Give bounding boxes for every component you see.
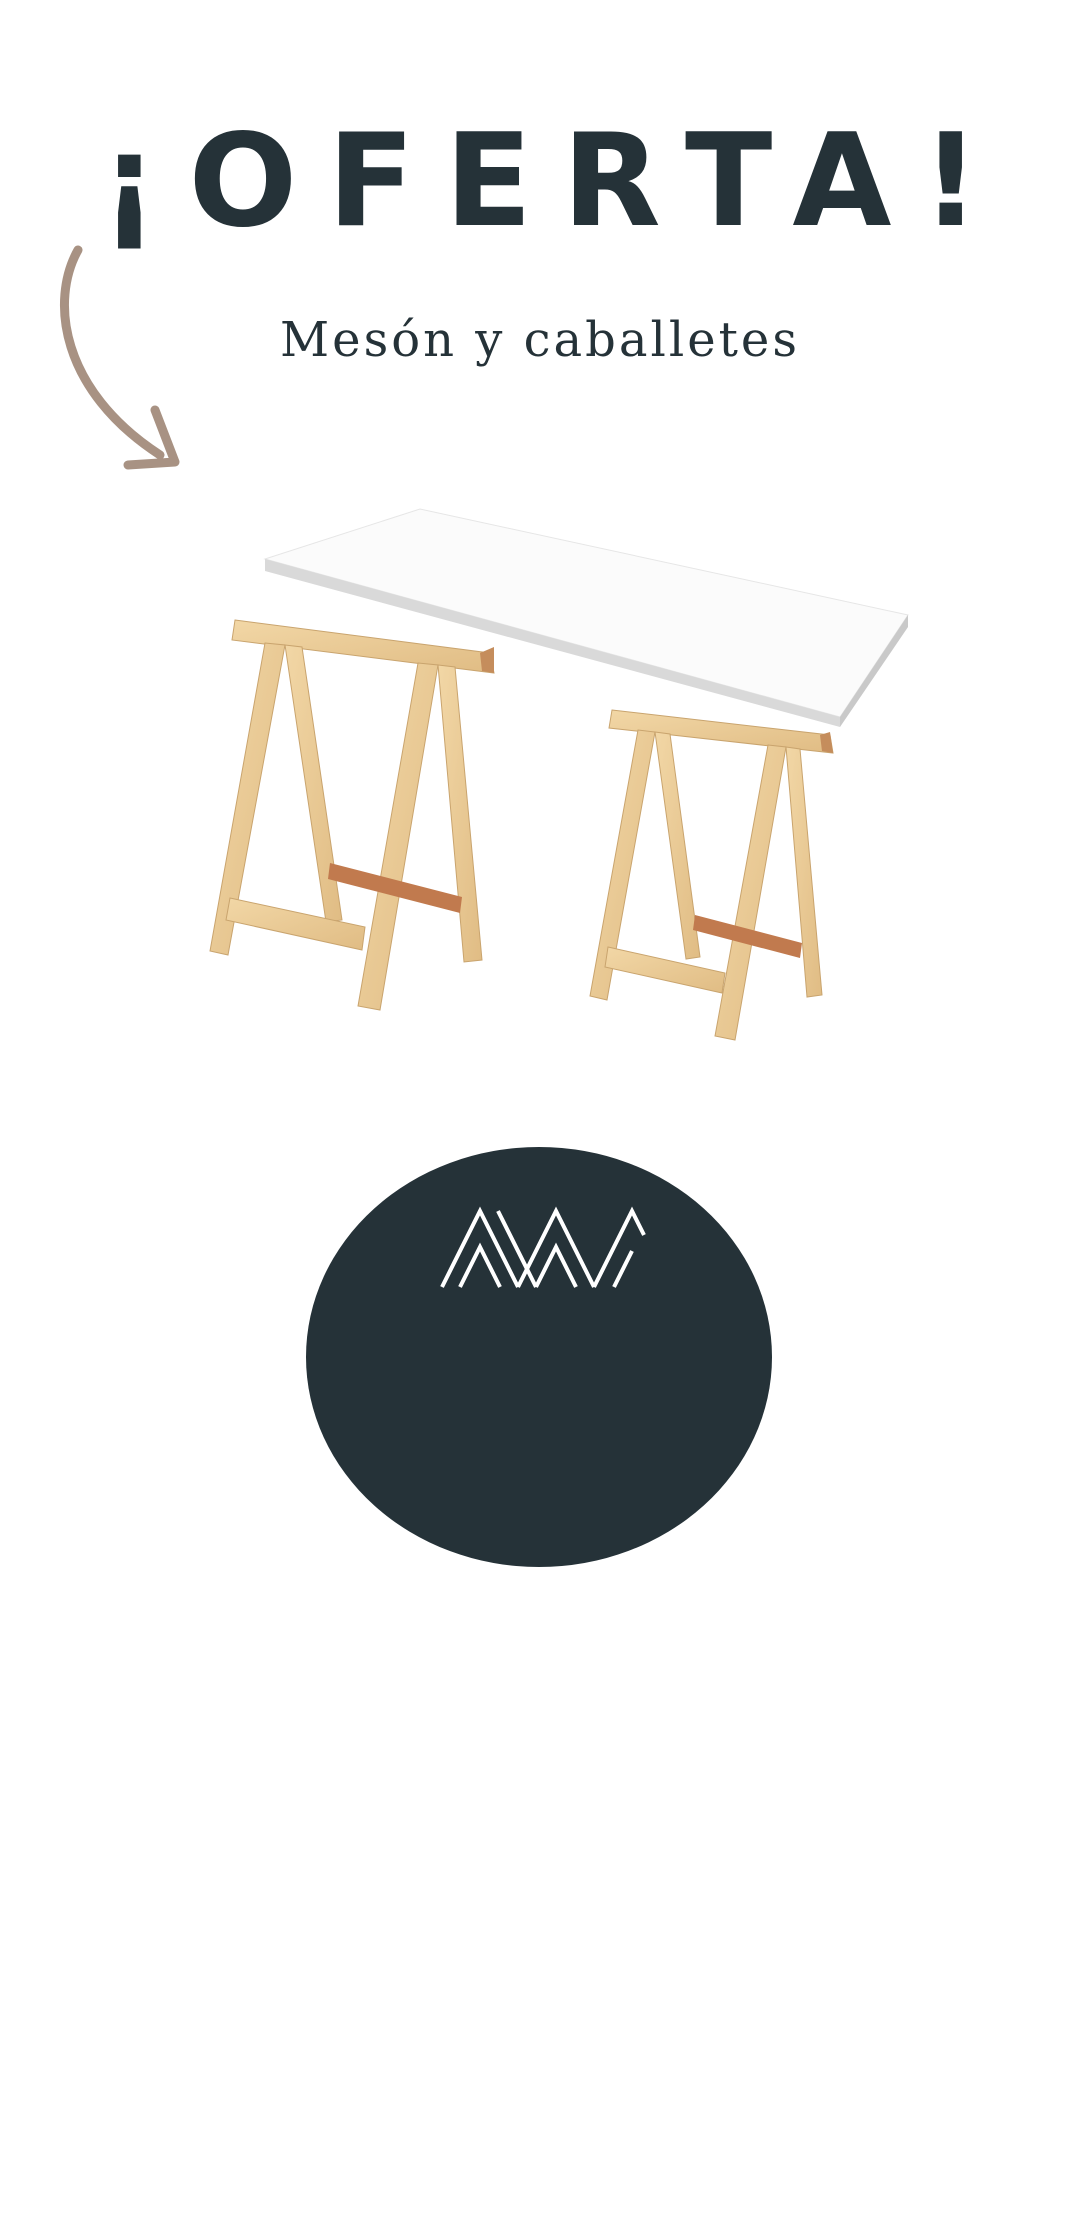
white-tabletop — [263, 508, 909, 727]
curved-arrow-icon — [59, 245, 180, 470]
sawhorse-left — [209, 619, 495, 1011]
brand-suffix: S.R.L — [906, 2221, 935, 2230]
mega-madera-logo-icon — [440, 1206, 646, 1288]
brand-name-text: Mega Madera — [743, 2209, 904, 2233]
headline: ¡OFERTA! — [100, 107, 1010, 256]
sawhorse-right — [589, 709, 834, 1041]
table-and-sawhorses-illustration — [209, 508, 909, 1041]
brand-name: Mega Madera S.R.L — [743, 2209, 953, 2233]
